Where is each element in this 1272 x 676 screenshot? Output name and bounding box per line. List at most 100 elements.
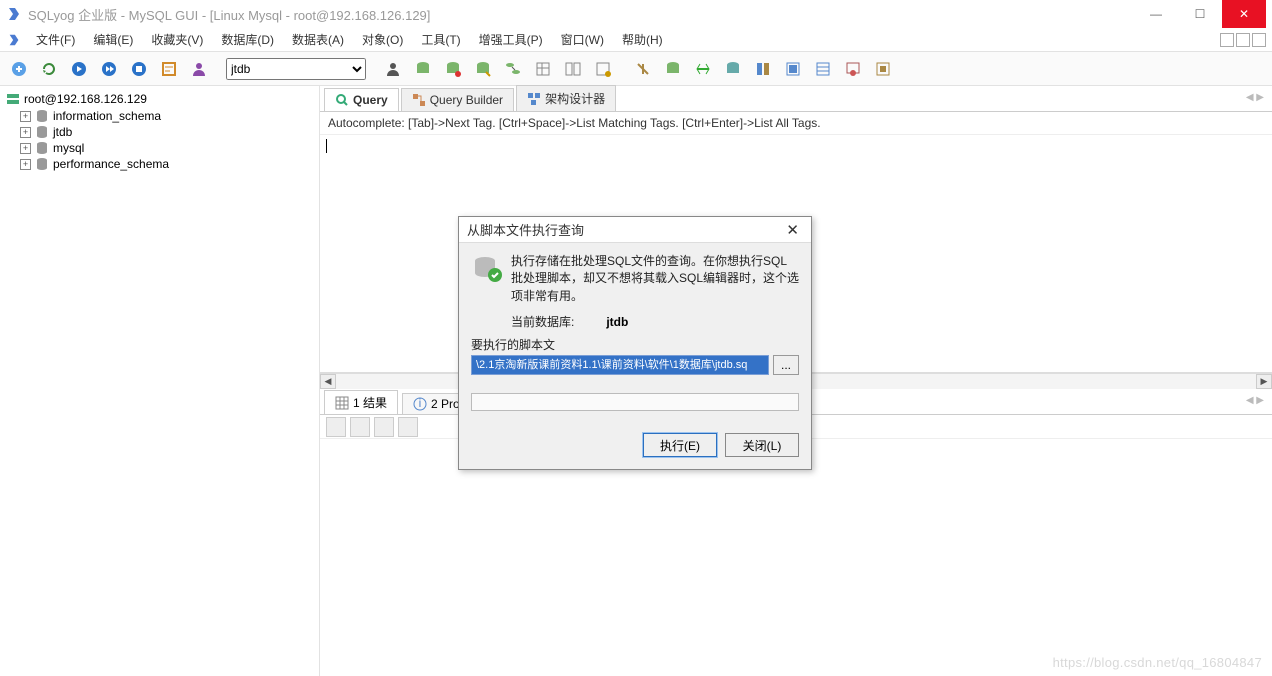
tool-icon-7[interactable] (590, 56, 616, 82)
dialog-db-value: jtdb (606, 315, 628, 329)
tool-icon-8[interactable] (630, 56, 656, 82)
tool-icon-9[interactable] (660, 56, 686, 82)
info-icon: i (413, 397, 427, 411)
result-tab-1-label: 1 结果 (353, 394, 387, 411)
autocomplete-hint: Autocomplete: [Tab]->Next Tag. [Ctrl+Spa… (320, 112, 1272, 135)
execute-icon[interactable] (66, 56, 92, 82)
db-node[interactable]: + performance_schema (6, 156, 313, 172)
refresh-icon[interactable] (36, 56, 62, 82)
tab-designer[interactable]: 架构设计器 (516, 85, 616, 111)
menu-database[interactable]: 数据库(D) (213, 29, 282, 50)
window-controls: — ☐ ✕ (1134, 0, 1266, 28)
menu-file[interactable]: 文件(F) (28, 29, 83, 50)
tab-builder[interactable]: Query Builder (401, 88, 514, 111)
close-button[interactable]: ✕ (1222, 0, 1266, 28)
app-menu-icon (6, 32, 22, 48)
mdi-minimize[interactable] (1220, 33, 1234, 47)
tab-builder-label: Query Builder (430, 93, 503, 107)
dialog-db-label: 当前数据库: (511, 313, 574, 330)
database-select[interactable]: jtdb (226, 58, 366, 80)
result-btn-2[interactable] (350, 417, 370, 437)
menu-help[interactable]: 帮助(H) (614, 29, 671, 50)
tab-query[interactable]: Query (324, 88, 399, 111)
tool-icon-13[interactable] (780, 56, 806, 82)
result-tab-nav[interactable]: ◀ ▶ (1246, 395, 1264, 406)
db-label: jtdb (53, 125, 72, 139)
scroll-left[interactable]: ◀ (320, 374, 336, 389)
tool-icon-16[interactable] (870, 56, 896, 82)
tool-icon-12[interactable] (750, 56, 776, 82)
tool-icon-15[interactable] (840, 56, 866, 82)
result-tab-1[interactable]: 1 结果 (324, 390, 398, 414)
maximize-button[interactable]: ☐ (1178, 0, 1222, 28)
menu-tools[interactable]: 工具(T) (413, 29, 468, 50)
menu-objects[interactable]: 对象(O) (354, 29, 411, 50)
tool-icon-14[interactable] (810, 56, 836, 82)
mdi-close[interactable] (1252, 33, 1266, 47)
script-db-icon (471, 253, 503, 285)
db-node[interactable]: + jtdb (6, 124, 313, 140)
tool-icon-4[interactable] (500, 56, 526, 82)
execute-button[interactable]: 执行(E) (643, 433, 717, 457)
dialog-titlebar[interactable]: 从脚本文件执行查询 ✕ (459, 217, 811, 243)
dialog-title-text: 从脚本文件执行查询 (467, 220, 782, 239)
menu-edit[interactable]: 编辑(E) (85, 29, 141, 50)
mdi-maximize[interactable] (1236, 33, 1250, 47)
text-cursor (326, 139, 327, 153)
server-icon (6, 92, 20, 106)
tool-icon-6[interactable] (560, 56, 586, 82)
db-label: performance_schema (53, 157, 169, 171)
expand-icon[interactable]: + (20, 127, 31, 138)
menubar: 文件(F) 编辑(E) 收藏夹(V) 数据库(D) 数据表(A) 对象(O) 工… (0, 28, 1272, 52)
script-path-input[interactable]: \2.1京淘新版课前资料1.1\课前资料\软件\1数据库\jtdb.sq (471, 355, 769, 375)
db-label: mysql (53, 141, 84, 155)
execute-script-dialog: 从脚本文件执行查询 ✕ 执行存储在批处理SQL文件的查询。在你想执行SQL批处理… (458, 216, 812, 470)
result-btn-1[interactable] (326, 417, 346, 437)
tool-icon-11[interactable] (720, 56, 746, 82)
menu-powertools[interactable]: 增强工具(P) (471, 29, 551, 50)
app-icon (6, 6, 22, 22)
dialog-body: 执行存储在批处理SQL文件的查询。在你想执行SQL批处理脚本，却又不想将其载入S… (459, 243, 811, 469)
tool-icon-10[interactable] (690, 56, 716, 82)
dialog-script-label: 要执行的脚本文 (471, 338, 555, 352)
execute-all-icon[interactable] (96, 56, 122, 82)
tool-icon-2[interactable] (440, 56, 466, 82)
menu-favorites[interactable]: 收藏夹(V) (143, 29, 211, 50)
editor-tabs: Query Query Builder 架构设计器 ◀ ▶ (320, 86, 1272, 112)
scroll-right[interactable]: ▶ (1256, 374, 1272, 389)
dialog-close-icon[interactable]: ✕ (782, 221, 803, 239)
person-icon[interactable] (380, 56, 406, 82)
dialog-description: 执行存储在批处理SQL文件的查询。在你想执行SQL批处理脚本，却又不想将其载入S… (511, 253, 799, 305)
tool-icon-5[interactable] (530, 56, 556, 82)
tool-icon-1[interactable] (410, 56, 436, 82)
new-connection-icon[interactable] (6, 56, 32, 82)
database-icon (35, 125, 49, 139)
minimize-button[interactable]: — (1134, 0, 1178, 28)
expand-icon[interactable]: + (20, 159, 31, 170)
builder-icon (412, 93, 426, 107)
db-node[interactable]: + information_schema (6, 108, 313, 124)
tool-icon-3[interactable] (470, 56, 496, 82)
database-icon (35, 141, 49, 155)
connection-node[interactable]: root@192.168.126.129 (6, 90, 313, 108)
database-icon (35, 157, 49, 171)
stop-icon[interactable] (126, 56, 152, 82)
browse-button[interactable]: ... (773, 355, 799, 375)
user-icon[interactable] (186, 56, 212, 82)
expand-icon[interactable]: + (20, 111, 31, 122)
window-title: SQLyog 企业版 - MySQL GUI - [Linux Mysql - … (28, 5, 1134, 24)
menu-window[interactable]: 窗口(W) (553, 29, 612, 50)
expand-icon[interactable]: + (20, 143, 31, 154)
db-label: information_schema (53, 109, 161, 123)
database-icon (35, 109, 49, 123)
tab-nav[interactable]: ◀ ▶ (1246, 92, 1264, 103)
db-node[interactable]: + mysql (6, 140, 313, 156)
object-browser[interactable]: root@192.168.126.129 + information_schem… (0, 86, 320, 676)
results-grid[interactable] (320, 439, 1272, 676)
format-icon[interactable] (156, 56, 182, 82)
menu-table[interactable]: 数据表(A) (284, 29, 352, 50)
tab-query-label: Query (353, 93, 388, 107)
result-btn-4[interactable] (398, 417, 418, 437)
result-btn-3[interactable] (374, 417, 394, 437)
close-button[interactable]: 关闭(L) (725, 433, 799, 457)
